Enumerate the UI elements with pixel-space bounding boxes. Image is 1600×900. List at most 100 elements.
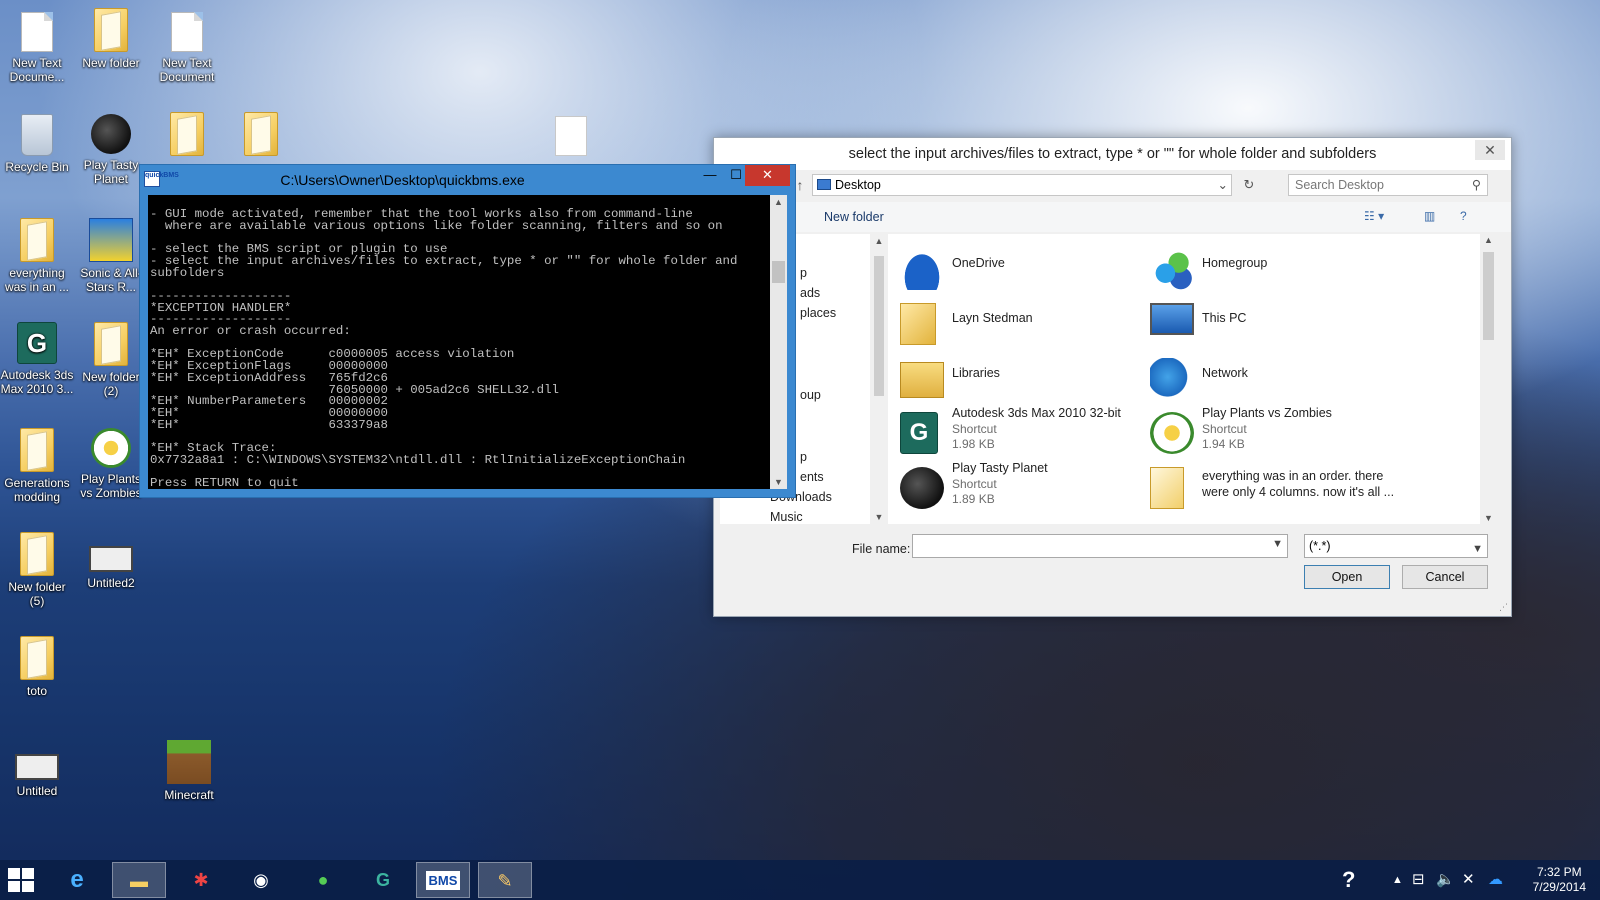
nav-item[interactable]: p: [800, 266, 807, 280]
change-view-icon[interactable]: ☷ ▾: [1364, 209, 1384, 223]
file-item-this-pc[interactable]: This PC: [1138, 297, 1388, 349]
nav-scrollbar[interactable]: ▲ ▼: [871, 234, 887, 524]
show-hidden-icons-icon[interactable]: ▲: [1392, 860, 1403, 900]
file-item-play-tasty-planet[interactable]: Play Tasty Planet Shortcut 1.89 KB: [888, 461, 1138, 513]
desktop-icon-new-folder[interactable]: New folder: [74, 8, 148, 70]
nav-item-music[interactable]: Music: [770, 510, 803, 524]
nav-item[interactable]: ads: [800, 286, 820, 300]
nav-item[interactable]: p: [800, 450, 807, 464]
desktop-icon-label: New Text Document: [159, 56, 215, 84]
file-item-onedrive[interactable]: OneDrive: [888, 242, 1138, 294]
desktop-icon-play-tasty-planet[interactable]: Play Tasty Planet: [74, 114, 148, 186]
nav-item[interactable]: ents: [800, 470, 824, 484]
desktop-icon-generations-modding[interactable]: Generations modding: [0, 428, 74, 504]
clock-date: 7/29/2014: [1532, 880, 1586, 894]
scroll-down-icon[interactable]: ▼: [871, 512, 887, 522]
taskbar-media-app[interactable]: ◉: [234, 862, 288, 898]
desktop-icon-new-text-document-2[interactable]: New Text Document: [150, 12, 224, 84]
scroll-thumb[interactable]: [1483, 252, 1494, 340]
desktop-icon-new-folder-2[interactable]: New folder (2): [74, 322, 148, 398]
scroll-up-icon[interactable]: ▲: [871, 236, 887, 246]
file-type-value: (*.*): [1309, 539, 1331, 553]
desktop-icon-recycle-bin[interactable]: Recycle Bin: [0, 114, 74, 174]
file-name-input[interactable]: ▼: [912, 534, 1288, 558]
chevron-down-icon[interactable]: ▼: [1472, 538, 1483, 560]
file-item-plants-vs-zombies[interactable]: Play Plants vs Zombies Shortcut 1.94 KB: [1138, 406, 1388, 458]
chevron-down-icon[interactable]: ▼: [1272, 538, 1283, 550]
desktop-icon-toto[interactable]: toto: [0, 636, 74, 698]
console-scrollbar[interactable]: ▲ ▼: [770, 195, 787, 489]
file-item-3ds-max[interactable]: G Autodesk 3ds Max 2010 32-bit Shortcut …: [888, 406, 1138, 458]
desktop-icon-folder-plain[interactable]: [224, 112, 298, 160]
help-tray-icon[interactable]: ?: [1342, 860, 1355, 900]
desktop-icon-everything-folder[interactable]: everything was in an ...: [0, 218, 74, 294]
desktop-icon-plants-vs-zombies[interactable]: Play Plants vs Zombies: [74, 428, 148, 500]
taskbar-puzzle-app[interactable]: ✱: [174, 862, 228, 898]
desktop-icon-minecraft[interactable]: Minecraft: [152, 740, 226, 802]
taskbar: e ▬ ✱ ◉ ● G BMS ✎ ? ▲ ⊟ 🔈 ✕ ☁ 7:32 PM 7/…: [0, 860, 1600, 900]
taskbar-quickbms[interactable]: BMS: [416, 862, 470, 898]
search-input[interactable]: Search Desktop ⚲: [1288, 174, 1488, 196]
scroll-down-icon[interactable]: ▼: [1480, 513, 1497, 523]
desktop-icon-untitled2[interactable]: Untitled2: [74, 532, 148, 590]
file-item-layn-stedman[interactable]: Layn Stedman: [888, 297, 1138, 349]
minecraft-icon: [167, 740, 211, 784]
cancel-button[interactable]: Cancel: [1402, 565, 1488, 589]
chevron-down-icon[interactable]: ⌄: [1218, 175, 1228, 195]
file-item-network[interactable]: Network: [1138, 352, 1388, 404]
monitor-icon: [15, 754, 59, 780]
refresh-icon[interactable]: ↻: [1238, 174, 1260, 196]
help-icon[interactable]: ?: [1460, 209, 1467, 223]
file-list-scrollbar[interactable]: ▲ ▼: [1480, 234, 1497, 524]
desktop-icon-new-text-document-1[interactable]: New Text Docume...: [0, 12, 74, 84]
scroll-up-icon[interactable]: ▲: [1480, 235, 1497, 245]
nav-item[interactable]: oup: [800, 388, 821, 402]
close-button[interactable]: ✕: [745, 165, 790, 186]
file-type-select[interactable]: (*.*) ▼: [1304, 534, 1488, 558]
taskbar-internet-explorer[interactable]: e: [50, 862, 104, 898]
scroll-thumb[interactable]: [772, 261, 785, 283]
file-item-everything-folder[interactable]: everything was in an order. there were o…: [1138, 461, 1394, 513]
scroll-thumb[interactable]: [874, 256, 884, 396]
plants-vs-zombies-icon: [91, 428, 131, 468]
taskbar-file-explorer[interactable]: ▬: [112, 862, 166, 898]
address-text: Desktop: [835, 178, 881, 192]
desktop-icon-untitled[interactable]: Untitled: [0, 740, 74, 798]
address-bar[interactable]: Desktop ⌄: [812, 174, 1232, 196]
onedrive-tray-icon[interactable]: ☁: [1488, 860, 1503, 900]
network-tray-icon[interactable]: ⊟: [1412, 860, 1425, 900]
desktop-icon-folder-images[interactable]: [150, 112, 224, 160]
dialog-close-button[interactable]: ✕: [1475, 140, 1505, 160]
folder-icon: [20, 636, 54, 680]
console-output[interactable]: - GUI mode activated, remember that the …: [148, 195, 787, 489]
desktop-icon-label: toto: [26, 684, 47, 698]
user-folder-icon: [900, 303, 936, 345]
nav-item[interactable]: places: [800, 306, 836, 320]
volume-icon[interactable]: 🔈: [1436, 860, 1455, 900]
blank-file-icon: [555, 116, 587, 156]
taskbar-3ds-max[interactable]: G: [356, 862, 410, 898]
new-folder-button[interactable]: New folder: [824, 210, 884, 224]
scroll-up-icon[interactable]: ▲: [770, 197, 787, 207]
desktop-icon-new-folder-5[interactable]: New folder (5): [0, 532, 74, 608]
desktop-location-icon: [817, 179, 831, 190]
search-placeholder: Search Desktop: [1295, 178, 1384, 192]
windows-logo-icon: [8, 868, 20, 879]
taskbar-paint[interactable]: ✎: [478, 862, 532, 898]
scroll-down-icon[interactable]: ▼: [770, 477, 787, 487]
taskbar-tennis-app[interactable]: ●: [296, 862, 350, 898]
resize-grip-icon[interactable]: ⋰: [1499, 602, 1508, 613]
open-button[interactable]: Open: [1304, 565, 1390, 589]
file-item-homegroup[interactable]: Homegroup: [1138, 242, 1388, 294]
preview-pane-icon[interactable]: ▥: [1424, 209, 1435, 223]
folder-icon: [94, 8, 128, 52]
desktop-icon-3ds-max[interactable]: G Autodesk 3ds Max 2010 3...: [0, 322, 74, 396]
start-button[interactable]: [8, 868, 34, 892]
console-titlebar[interactable]: quickBMS C:\Users\Owner\Desktop\quickbms…: [140, 165, 795, 195]
this-pc-icon: [1150, 303, 1194, 335]
desktop-icon-blank-file[interactable]: [534, 116, 608, 160]
file-item-libraries[interactable]: Libraries: [888, 352, 1138, 404]
desktop-icon-sonic[interactable]: Sonic & All-Stars R...: [74, 218, 148, 294]
clock[interactable]: 7:32 PM 7/29/2014: [1533, 865, 1586, 895]
action-center-icon[interactable]: ✕: [1462, 860, 1475, 900]
